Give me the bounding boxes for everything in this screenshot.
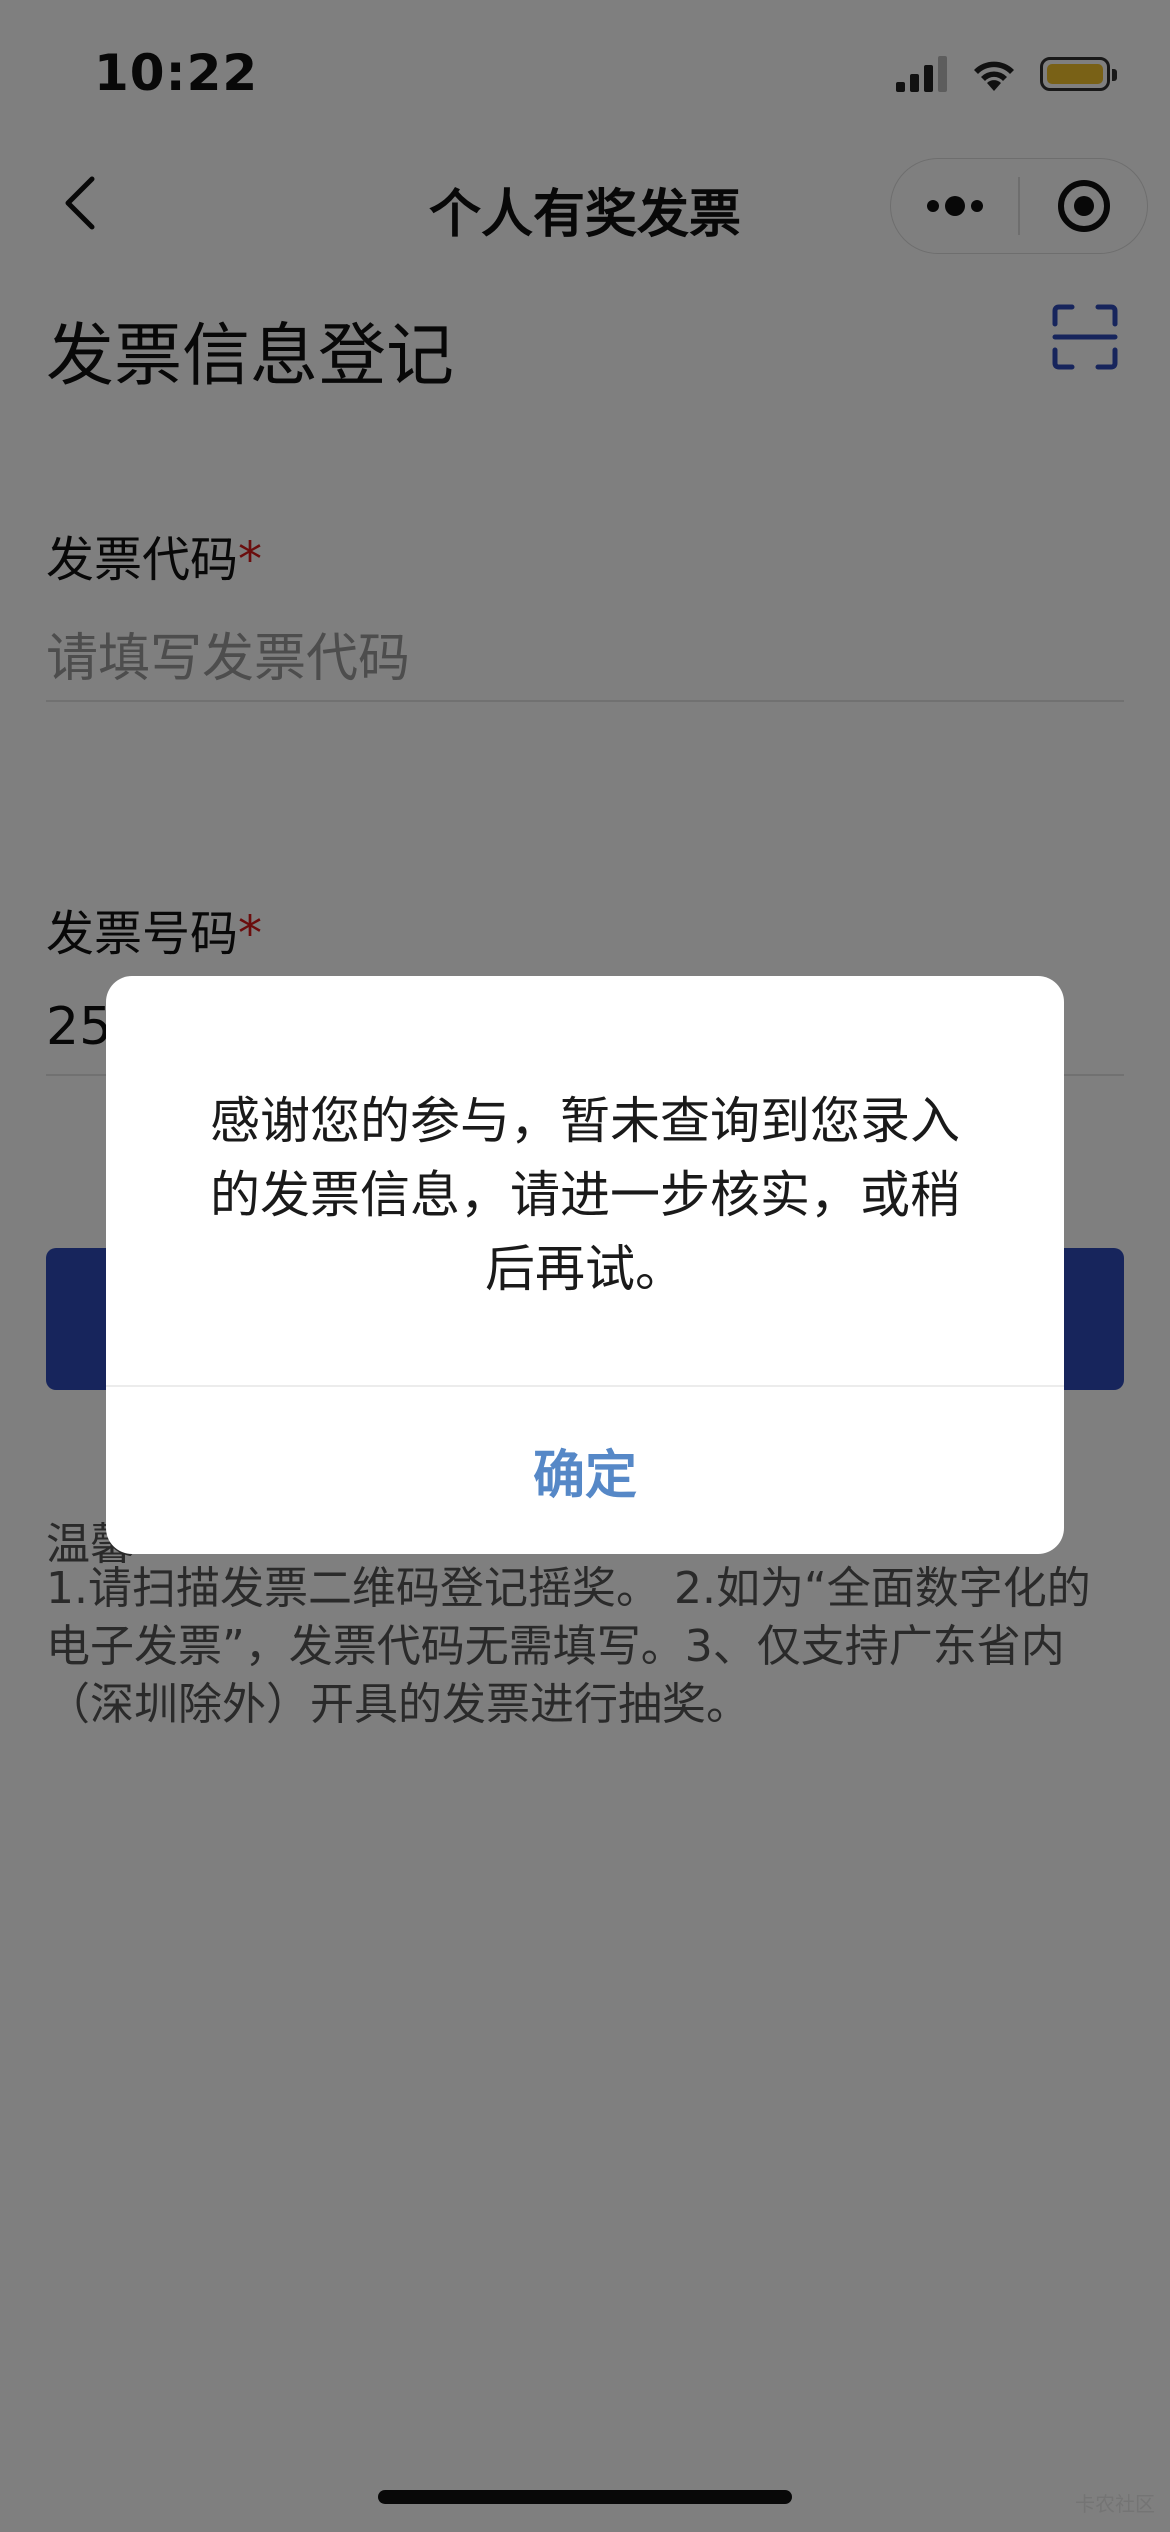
alert-dialog: 感谢您的参与，暂未查询到您录入的发票信息，请进一步核实，或稍后再试。 确定 [106, 976, 1064, 1554]
confirm-button[interactable]: 确定 [106, 1387, 1064, 1554]
dialog-message: 感谢您的参与，暂未查询到您录入的发票信息，请进一步核实，或稍后再试。 [210, 1092, 960, 1298]
